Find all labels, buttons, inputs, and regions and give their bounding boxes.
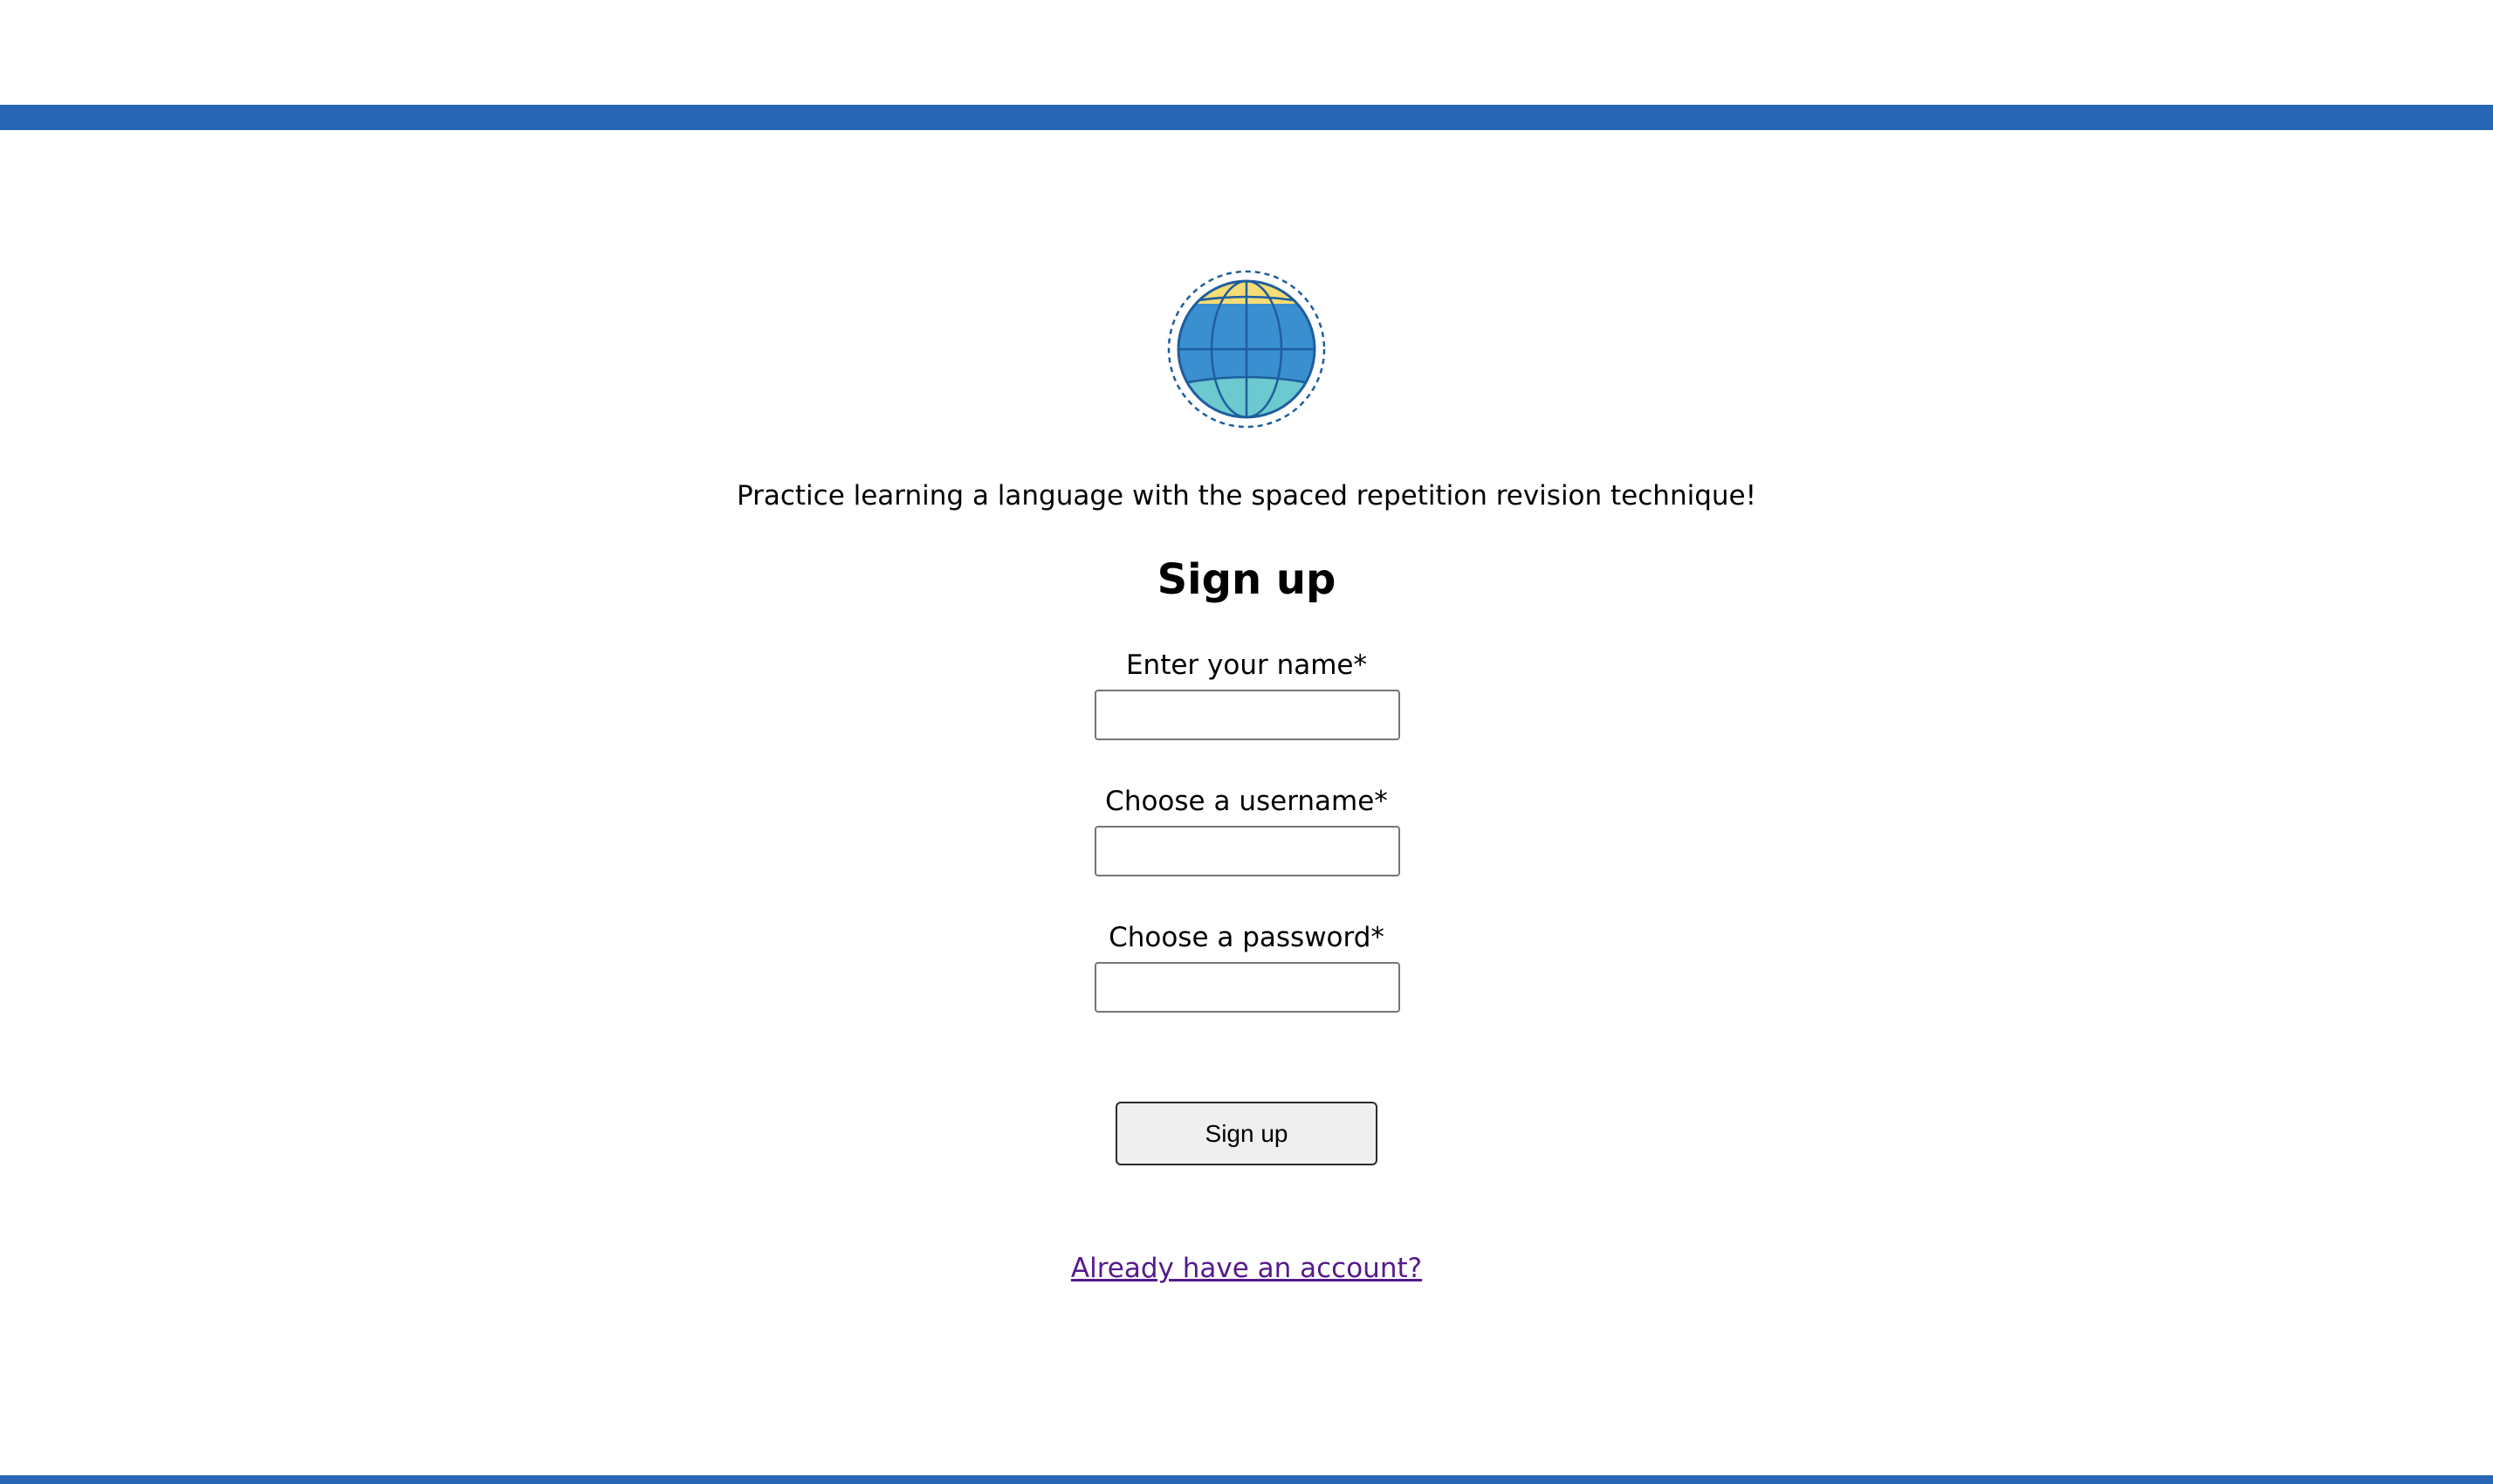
globe-icon (1166, 269, 1327, 429)
name-input[interactable] (1095, 690, 1400, 740)
password-input[interactable] (1095, 962, 1400, 1013)
page-title: Sign up (1157, 555, 1336, 604)
password-label: Choose a password* (1109, 922, 1384, 953)
already-have-account-link[interactable]: Already have an account? (1071, 1253, 1422, 1284)
login-link-container: Already have an account? (0, 1251, 2493, 1286)
tagline: Practice learning a language with the sp… (736, 480, 1757, 512)
header-bar (0, 105, 2493, 130)
sign-up-button[interactable]: Sign up (1116, 1102, 1377, 1165)
signup-page: Practice learning a language with the sp… (0, 0, 2493, 1484)
username-input[interactable] (1095, 826, 1400, 876)
name-label: Enter your name* (1125, 649, 1368, 681)
username-label: Choose a username* (1105, 786, 1388, 817)
footer-bar (0, 1475, 2493, 1484)
